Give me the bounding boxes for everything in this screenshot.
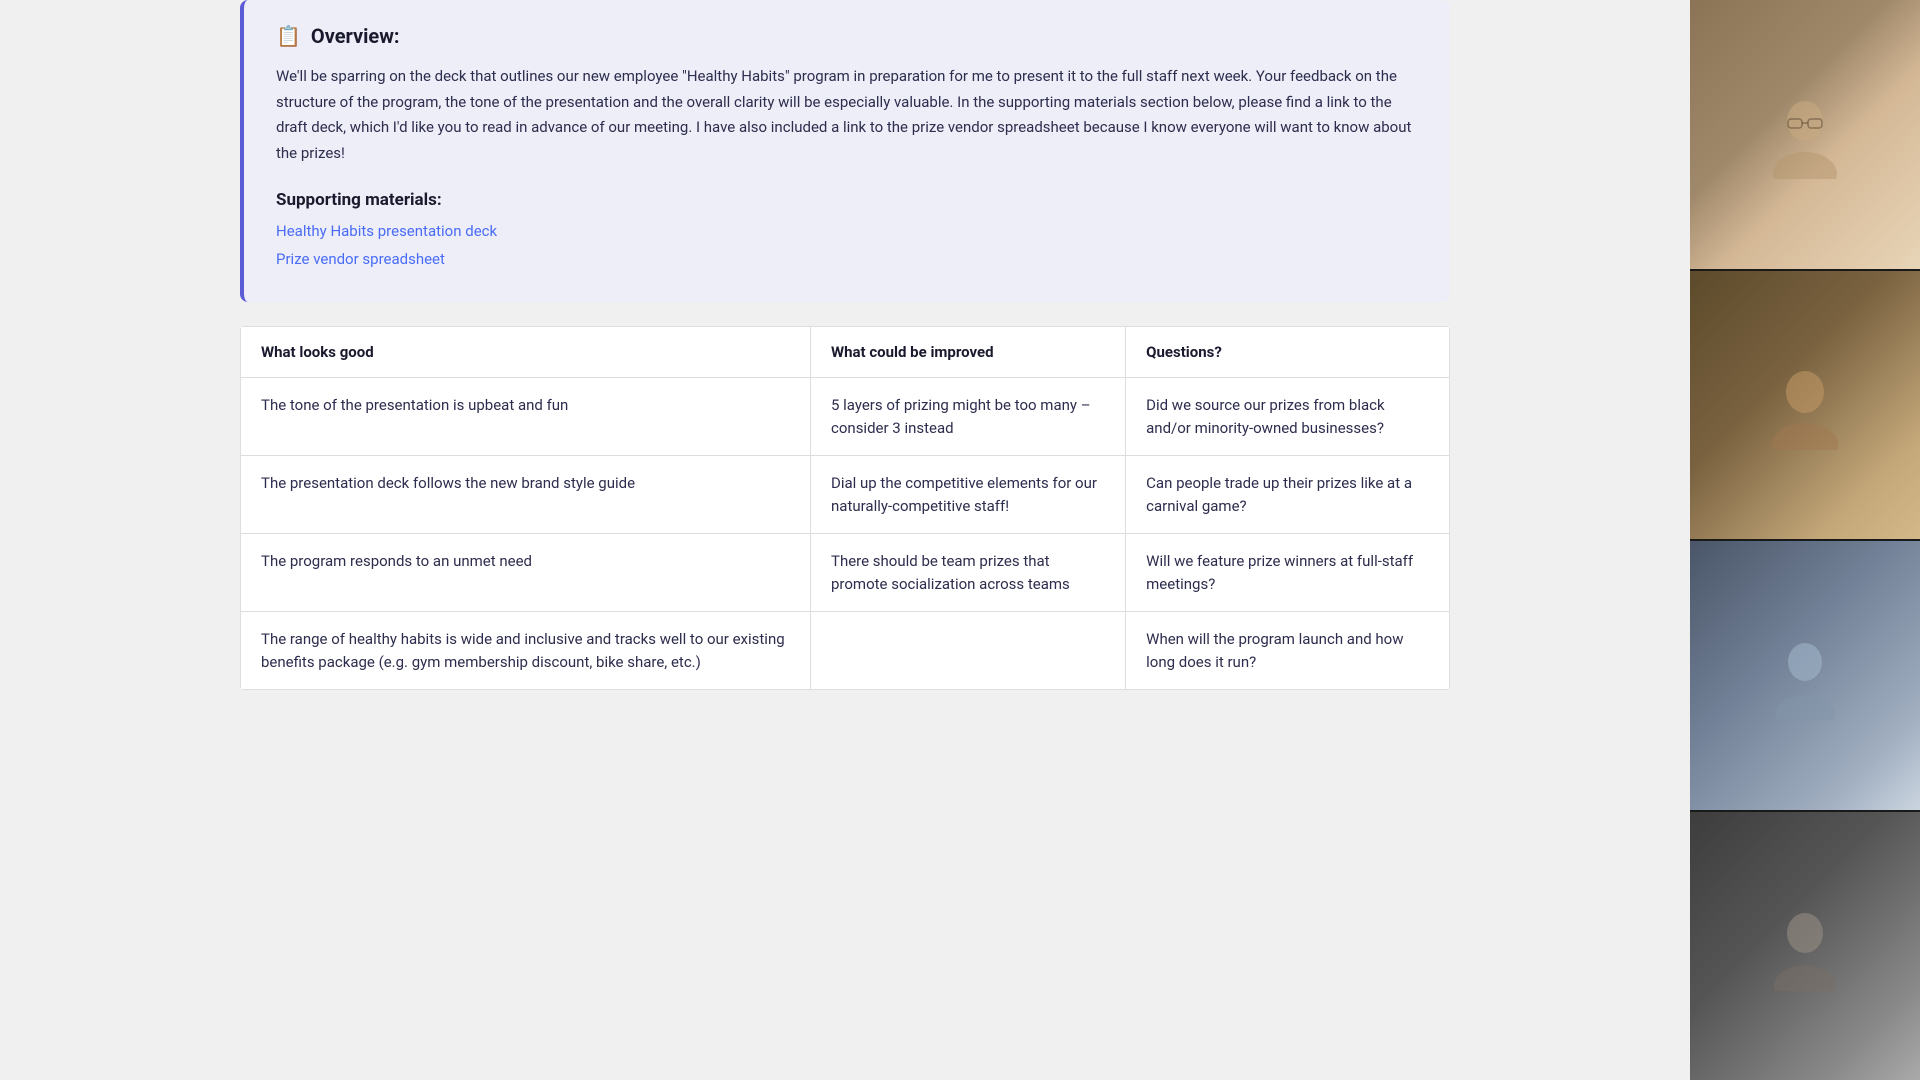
video-participant-4	[1690, 812, 1920, 1080]
overview-title: Overview:	[311, 24, 400, 48]
table-row: The program responds to an unmet need Th…	[241, 534, 1450, 612]
col-header-questions: Questions?	[1126, 327, 1450, 378]
video-participant-3	[1690, 541, 1920, 810]
cell-improved-1: 5 layers of prizing might be too many – …	[811, 378, 1126, 456]
person-silhouette-4	[1760, 901, 1850, 991]
content-area: 📋 Overview: We'll be sparring on the dec…	[0, 0, 1690, 1080]
cell-looks-good-2: The presentation deck follows the new br…	[241, 456, 811, 534]
link-healthy-habits[interactable]: Healthy Habits presentation deck	[276, 222, 1418, 240]
supporting-materials-title: Supporting materials:	[276, 190, 1418, 210]
col-header-improved: What could be improved	[811, 327, 1126, 378]
video-feed-4	[1690, 812, 1920, 1080]
link-prize-vendor[interactable]: Prize vendor spreadsheet	[276, 250, 1418, 268]
overview-icon: 📋	[276, 24, 301, 48]
feedback-table: What looks good What could be improved Q…	[240, 326, 1450, 690]
cell-improved-4	[811, 612, 1126, 690]
cell-question-2: Can people trade up their prizes like at…	[1126, 456, 1450, 534]
overview-body: We'll be sparring on the deck that outli…	[276, 64, 1418, 166]
table-row: The tone of the presentation is upbeat a…	[241, 378, 1450, 456]
cell-question-4: When will the program launch and how lon…	[1126, 612, 1450, 690]
col-header-looks-good: What looks good	[241, 327, 811, 378]
table-row: The presentation deck follows the new br…	[241, 456, 1450, 534]
table-body: The tone of the presentation is upbeat a…	[241, 378, 1450, 690]
cell-question-1: Did we source our prizes from black and/…	[1126, 378, 1450, 456]
cell-question-3: Will we feature prize winners at full-st…	[1126, 534, 1450, 612]
video-participant-1	[1690, 0, 1920, 269]
person-silhouette-1	[1760, 89, 1850, 179]
video-feed-3	[1690, 541, 1920, 810]
video-participant-2	[1690, 271, 1920, 540]
person-silhouette-2	[1760, 360, 1850, 450]
video-feed-2	[1690, 271, 1920, 540]
cell-looks-good-4: The range of healthy habits is wide and …	[241, 612, 811, 690]
table-header-row: What looks good What could be improved Q…	[241, 327, 1450, 378]
video-sidebar	[1690, 0, 1920, 1080]
cell-looks-good-3: The program responds to an unmet need	[241, 534, 811, 612]
main-content: 📋 Overview: We'll be sparring on the dec…	[0, 0, 1690, 1080]
video-feed-1	[1690, 0, 1920, 269]
overview-box: 📋 Overview: We'll be sparring on the dec…	[240, 0, 1450, 302]
table-row: The range of healthy habits is wide and …	[241, 612, 1450, 690]
cell-looks-good-1: The tone of the presentation is upbeat a…	[241, 378, 811, 456]
cell-improved-2: Dial up the competitive elements for our…	[811, 456, 1126, 534]
feedback-table-container: What looks good What could be improved Q…	[240, 326, 1450, 690]
cell-improved-3: There should be team prizes that promote…	[811, 534, 1126, 612]
overview-header: 📋 Overview:	[276, 24, 1418, 48]
person-silhouette-3	[1760, 630, 1850, 720]
